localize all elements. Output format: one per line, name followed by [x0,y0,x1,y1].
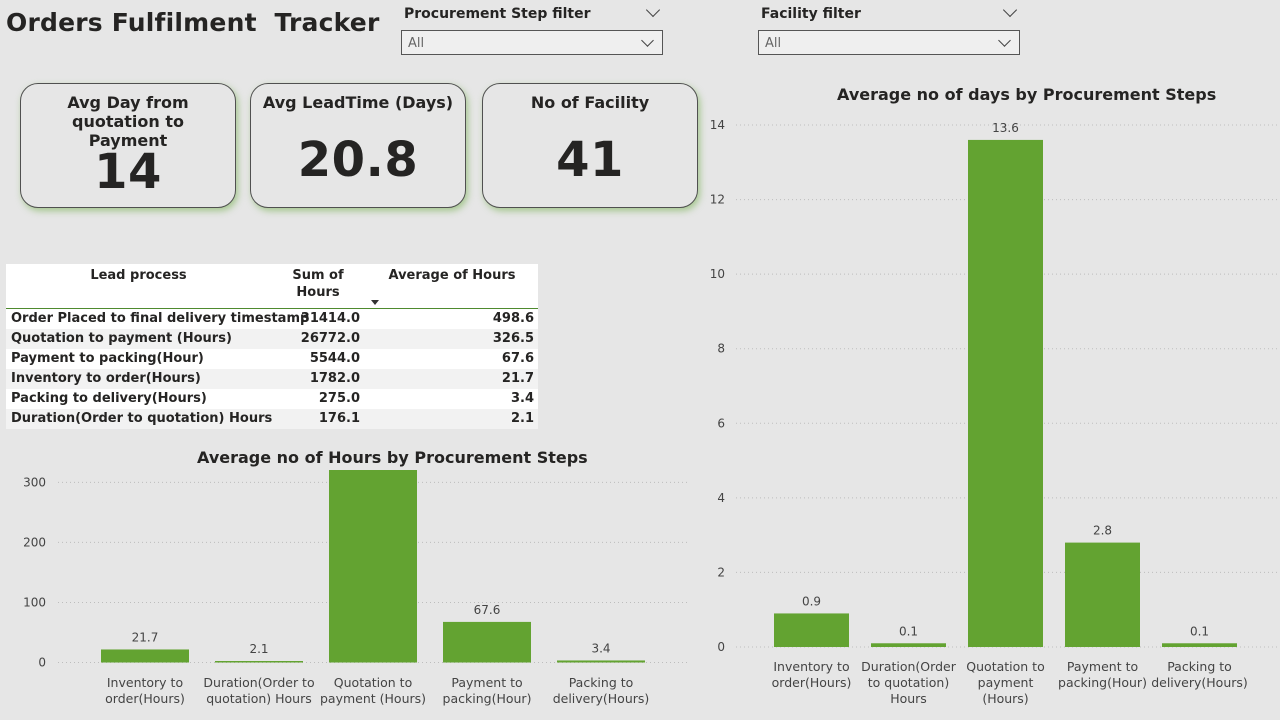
y-tick-label: 4 [717,491,725,505]
column-header-lead-process[interactable]: Lead process [6,267,271,284]
x-tick-label: Payment to packing(Hour) [443,675,532,706]
table-row[interactable]: Packing to delivery(Hours) 275.0 3.4 [6,389,538,409]
hours-chart-title: Average no of Hours by Procurement Steps [197,448,588,467]
cell-average: 326.5 [492,331,534,346]
y-tick-label: 14 [710,118,725,132]
y-tick-label: 300 [23,475,46,489]
column-header-average-of-hours[interactable]: Average of Hours [360,267,544,284]
y-tick-label: 2 [717,565,725,579]
table-row[interactable]: Payment to packing(Hour) 5544.0 67.6 [6,349,538,369]
table-body: Order Placed to final delivery timestamp… [6,309,538,429]
bar[interactable] [557,660,645,663]
facility-filter-dropdown[interactable]: All [758,30,1020,55]
data-label: 21.7 [132,630,159,644]
chevron-down-icon[interactable] [645,2,661,18]
kpi-card-no-of-facility: No of Facility 41 [482,83,698,208]
y-tick-label: 10 [710,267,725,281]
table-row[interactable]: Order Placed to final delivery timestamp… [6,309,538,329]
cell-lead-process: Inventory to order(Hours) [11,371,201,386]
data-label: 2.1 [249,642,268,656]
facility-filter-label: Facility filter [761,6,861,22]
data-label: 0.1 [1190,624,1209,638]
x-tick-label: Quotation to payment (Hours) [966,659,1044,706]
bar[interactable] [871,643,946,647]
cell-lead-process: Duration(Order to quotation) Hours [11,411,273,426]
cell-lead-process: Payment to packing(Hour) [11,351,204,366]
cell-average: 3.4 [510,391,534,406]
data-label: 0.1 [899,624,918,638]
bar[interactable] [1065,542,1140,647]
cell-average: 498.6 [492,311,534,326]
y-tick-label: 6 [717,416,725,430]
cell-sum: 26772.0 [300,331,360,346]
data-label: 3.4 [591,641,610,655]
days-chart-title: Average no of days by Procurement Steps [837,85,1217,104]
table-row[interactable]: Inventory to order(Hours) 1782.0 21.7 [6,369,538,389]
lead-process-table: Lead process Sum of Hours Average of Hou… [6,264,538,429]
table-row[interactable]: Duration(Order to quotation) Hours 176.1 2… [6,409,538,429]
cell-average: 21.7 [501,371,534,386]
kpi-value: 41 [556,132,624,188]
bar[interactable] [101,649,189,663]
bar[interactable] [774,613,849,647]
cell-average: 67.6 [501,351,534,366]
y-tick-label: 0 [717,640,725,654]
x-tick-label: Inventory to order(Hours) [772,659,852,690]
sort-descending-icon [371,300,379,305]
x-tick-label: Inventory to order(Hours) [105,675,185,706]
x-tick-label: Quotation to payment (Hours) [320,675,426,706]
data-label: 67.6 [474,603,501,617]
y-tick-label: 12 [710,193,725,207]
cell-sum: 1782.0 [309,371,360,386]
cell-lead-process: Order Placed to final delivery timestamp [11,311,310,326]
bar[interactable] [968,139,1043,647]
chevron-down-icon [641,34,654,47]
procurement-step-filter-label: Procurement Step filter [404,6,591,22]
cell-lead-process: Quotation to payment (Hours) [11,331,232,346]
hours-bar-chart: 0 100 200 300 21.7 Inventory to order(Hours) 2.… [23,470,690,706]
chevron-down-icon [998,34,1011,47]
y-tick-label: 200 [23,535,46,549]
procurement-step-filter-dropdown[interactable]: All [401,30,663,55]
table-header: Lead process Sum of Hours Average of Hou… [6,264,538,309]
cell-sum: 176.1 [318,411,360,426]
chevron-down-icon[interactable] [1002,2,1018,18]
column-header-sum-of-hours[interactable]: Sum of Hours [278,267,358,301]
page-title: Orders Fulfilment Tracker [6,8,380,37]
x-tick-label: Packing to delivery(Hours) [553,675,650,706]
bar[interactable] [329,470,417,663]
y-tick-label: 8 [717,342,725,356]
data-label: 2.8 [1093,524,1112,538]
data-label: 13.6 [992,121,1019,135]
x-tick-label: Duration(Order to quotation) Hours [861,659,957,706]
cell-sum: 275.0 [318,391,360,406]
cell-sum: 31414.0 [300,311,360,326]
kpi-card-avg-leadtime: Avg LeadTime (Days) 20.8 [250,83,466,208]
x-tick-label: Duration(Order to quotation) Hours [203,675,314,706]
kpi-value: 14 [94,144,162,200]
cell-average: 2.1 [510,411,534,426]
days-bar-chart: 0 2 4 6 8 10 12 14 0.9 Inventory to order(Hours) 0.… [710,118,1280,706]
y-tick-label: 100 [23,595,46,609]
procurement-step-filter-value: All [408,36,425,51]
kpi-label: Avg LeadTime (Days) [262,93,454,112]
kpi-value: 20.8 [297,132,419,188]
x-tick-label: Payment to packing(Hour) [1058,659,1147,690]
kpi-label: Avg Day from quotation to Payment [67,93,189,150]
cell-lead-process: Packing to delivery(Hours) [11,391,207,406]
kpi-card-quotation-to-payment: Avg Day from quotation to Payment 14 [20,83,236,208]
data-label: 0.9 [802,594,821,608]
bar[interactable] [1162,643,1237,647]
y-tick-label: 0 [38,656,46,670]
bar[interactable] [215,661,303,663]
x-tick-label: Packing to delivery(Hours) [1151,659,1248,690]
kpi-label: No of Facility [530,93,650,112]
facility-filter-value: All [765,36,782,51]
cell-sum: 5544.0 [309,351,360,366]
table-row[interactable]: Quotation to payment (Hours) 26772.0 326.5 [6,329,538,349]
bar[interactable] [443,621,531,663]
